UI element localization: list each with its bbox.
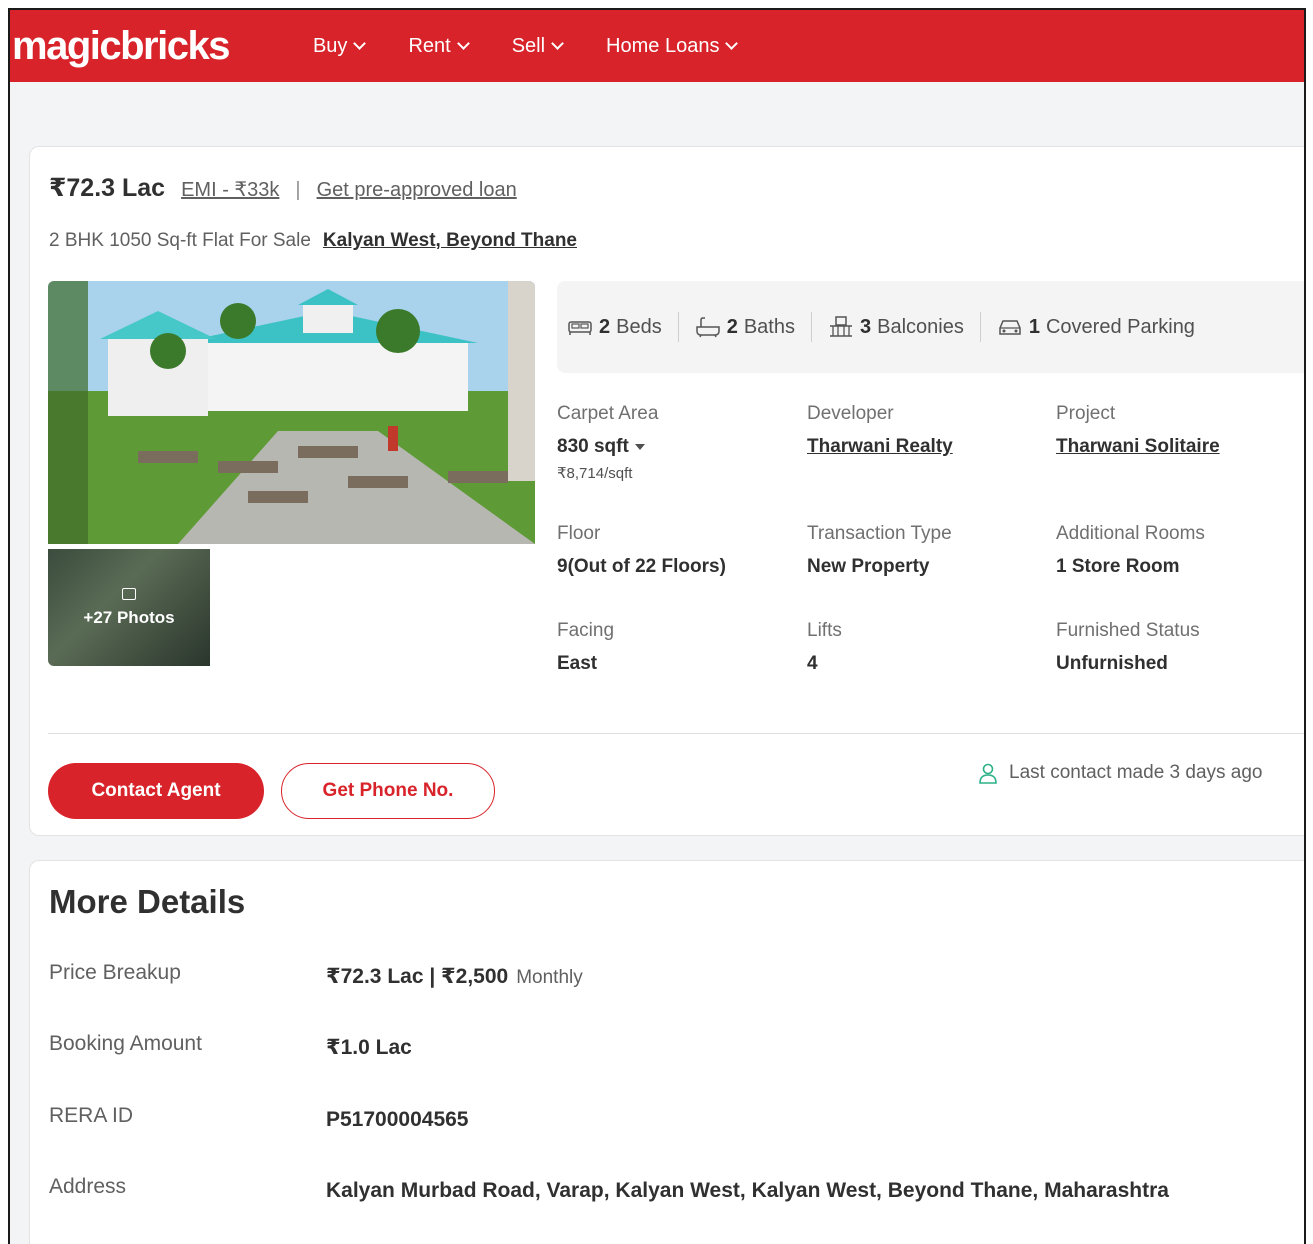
spec-value: 1 Store Room bbox=[1056, 556, 1180, 577]
balconies-amenity: 3 Balconies bbox=[828, 312, 981, 342]
spec-value: East bbox=[557, 653, 598, 674]
parking-label: Covered Parking bbox=[1045, 315, 1195, 338]
caret-down-icon bbox=[634, 443, 645, 450]
detail-row-price-breakup: Price Breakup ₹72.3 Lac | ₹2,500 Monthly bbox=[49, 961, 1186, 993]
detail-value: ₹72.3 Lac | ₹2,500 Monthly bbox=[326, 961, 1186, 993]
detail-label: Booking Amount bbox=[49, 1032, 202, 1055]
spec-label: Furnished Status bbox=[1056, 620, 1200, 641]
balconies-count: 3 bbox=[860, 315, 872, 338]
spec-label: Lifts bbox=[807, 620, 842, 641]
price-per-sqft: ₹8,714/sqft bbox=[557, 465, 633, 482]
more-photos-thumbnail[interactable]: +27 Photos bbox=[48, 549, 210, 666]
spec-furnished-status: Furnished Status Unfurnished bbox=[1056, 620, 1296, 675]
magicbricks-logo[interactable]: magicbricks bbox=[12, 26, 230, 66]
spec-transaction-type: Transaction Type New Property bbox=[807, 523, 1047, 578]
carpet-area-dropdown[interactable]: 830 sqft bbox=[557, 436, 797, 458]
baths-amenity: 2 Baths bbox=[695, 312, 812, 342]
photos-count-label: +27 Photos bbox=[83, 607, 175, 627]
spec-additional-rooms: Additional Rooms 1 Store Room bbox=[1056, 523, 1296, 578]
price: ₹72.3 Lac bbox=[49, 174, 166, 202]
spec-project: Project Tharwani Solitaire bbox=[1056, 403, 1296, 458]
spec-label: Transaction Type bbox=[807, 523, 952, 544]
nav-sell[interactable]: Sell bbox=[511, 34, 564, 58]
top-navbar: magicbricks Buy Rent Sell Home Loans bbox=[10, 10, 1304, 82]
listing-title-text: 2 BHK 1050 Sq-ft Flat For Sale bbox=[49, 230, 311, 251]
balconies-label: Balconies bbox=[877, 315, 964, 338]
chevron-down-icon bbox=[725, 37, 739, 50]
contact-agent-button[interactable]: Contact Agent bbox=[48, 763, 264, 819]
spec-label: Additional Rooms bbox=[1056, 523, 1205, 544]
nav-home-loans-label: Home Loans bbox=[606, 34, 720, 57]
listing-title: 2 BHK 1050 Sq-ft Flat For Sale Kalyan We… bbox=[49, 230, 577, 252]
user-icon bbox=[979, 763, 997, 784]
chevron-down-icon bbox=[353, 37, 367, 50]
spec-label: Developer bbox=[807, 403, 894, 424]
detail-row-address: Address Kalyan Murbad Road, Varap, Kalya… bbox=[49, 1175, 1186, 1206]
separator: | bbox=[295, 179, 301, 201]
bed-icon bbox=[568, 321, 592, 335]
price-row: ₹72.3 Lac EMI - ₹33k | Get pre-approved … bbox=[49, 173, 517, 203]
spec-developer: Developer Tharwani Realty bbox=[807, 403, 1047, 458]
nav-home-loans[interactable]: Home Loans bbox=[606, 34, 739, 58]
spec-facing: Facing East bbox=[557, 620, 797, 675]
preapproved-loan-link[interactable]: Get pre-approved loan bbox=[317, 179, 517, 202]
more-details-card: More Details Price Breakup ₹72.3 Lac | ₹… bbox=[29, 860, 1304, 1244]
nav-rent-label: Rent bbox=[408, 34, 451, 57]
emi-link[interactable]: EMI - ₹33k bbox=[181, 177, 279, 202]
spec-label: Facing bbox=[557, 620, 615, 641]
spec-label: Project bbox=[1056, 403, 1116, 424]
parking-count: 1 bbox=[1028, 315, 1040, 338]
nav-sell-label: Sell bbox=[511, 34, 546, 57]
nav-buy[interactable]: Buy bbox=[312, 34, 367, 58]
nav-buy-label: Buy bbox=[312, 34, 348, 57]
chevron-down-icon bbox=[551, 37, 564, 50]
baths-label: Baths bbox=[743, 315, 795, 338]
spec-value: 9(Out of 22 Floors) bbox=[557, 556, 726, 577]
spec-value: Unfurnished bbox=[1056, 653, 1168, 674]
detail-value: P51700004565 bbox=[326, 1108, 469, 1131]
beds-label: Beds bbox=[616, 315, 662, 338]
spec-value: 830 sqft bbox=[557, 436, 629, 457]
spec-value: 4 bbox=[807, 653, 818, 674]
monthly-suffix: Monthly bbox=[516, 967, 583, 988]
last-contact-text: Last contact made 3 days ago bbox=[1009, 762, 1263, 783]
nav-rent[interactable]: Rent bbox=[408, 34, 470, 58]
detail-row-booking-amount: Booking Amount ₹1.0 Lac bbox=[49, 1032, 1186, 1063]
divider bbox=[48, 733, 1304, 734]
beds-amenity: 2 Beds bbox=[567, 312, 679, 342]
project-link[interactable]: Tharwani Solitaire bbox=[1056, 436, 1296, 458]
detail-value: ₹1.0 Lac bbox=[326, 1036, 412, 1059]
bath-icon bbox=[695, 317, 720, 338]
beds-count: 2 bbox=[599, 315, 611, 338]
chevron-down-icon bbox=[456, 37, 470, 50]
spec-carpet-area: Carpet Area 830 sqft ₹8,714/sqft bbox=[557, 403, 797, 482]
detail-value: Kalyan Murbad Road, Varap, Kalyan West, … bbox=[326, 1179, 1169, 1202]
spec-label: Carpet Area bbox=[557, 403, 659, 424]
car-icon bbox=[999, 320, 1021, 335]
last-contact-info: Last contact made 3 days ago bbox=[977, 762, 1263, 784]
get-phone-button[interactable]: Get Phone No. bbox=[281, 763, 495, 819]
baths-count: 2 bbox=[726, 315, 738, 338]
property-main-photo[interactable] bbox=[48, 281, 535, 544]
detail-row-rera-id: RERA ID P51700004565 bbox=[49, 1104, 1186, 1135]
price-breakup-value: ₹72.3 Lac | ₹2,500 bbox=[326, 965, 509, 988]
clubhouse-garden-image bbox=[48, 281, 535, 544]
locality-link[interactable]: Kalyan West, Beyond Thane bbox=[323, 230, 577, 252]
more-details-title: More Details bbox=[49, 883, 246, 920]
spec-label: Floor bbox=[557, 523, 601, 544]
detail-label: Address bbox=[49, 1175, 127, 1198]
parking-amenity: 1 Covered Parking bbox=[997, 312, 1211, 342]
spec-floor: Floor 9(Out of 22 Floors) bbox=[557, 523, 797, 578]
spec-lifts: Lifts 4 bbox=[807, 620, 1047, 675]
detail-label: Price Breakup bbox=[49, 961, 181, 984]
developer-link[interactable]: Tharwani Realty bbox=[807, 436, 1047, 458]
amenities-summary: 2 Beds 2 Baths 3 Balconies 1 Covered Parking bbox=[557, 281, 1304, 373]
detail-label: RERA ID bbox=[49, 1104, 134, 1127]
property-card: ₹72.3 Lac EMI - ₹33k | Get pre-approved … bbox=[29, 146, 1304, 836]
balcony-icon bbox=[830, 316, 852, 337]
browser-viewport: magicbricks Buy Rent Sell Home Loans ₹72… bbox=[8, 8, 1306, 1244]
gallery-icon bbox=[122, 587, 136, 600]
spec-value: New Property bbox=[807, 556, 930, 577]
